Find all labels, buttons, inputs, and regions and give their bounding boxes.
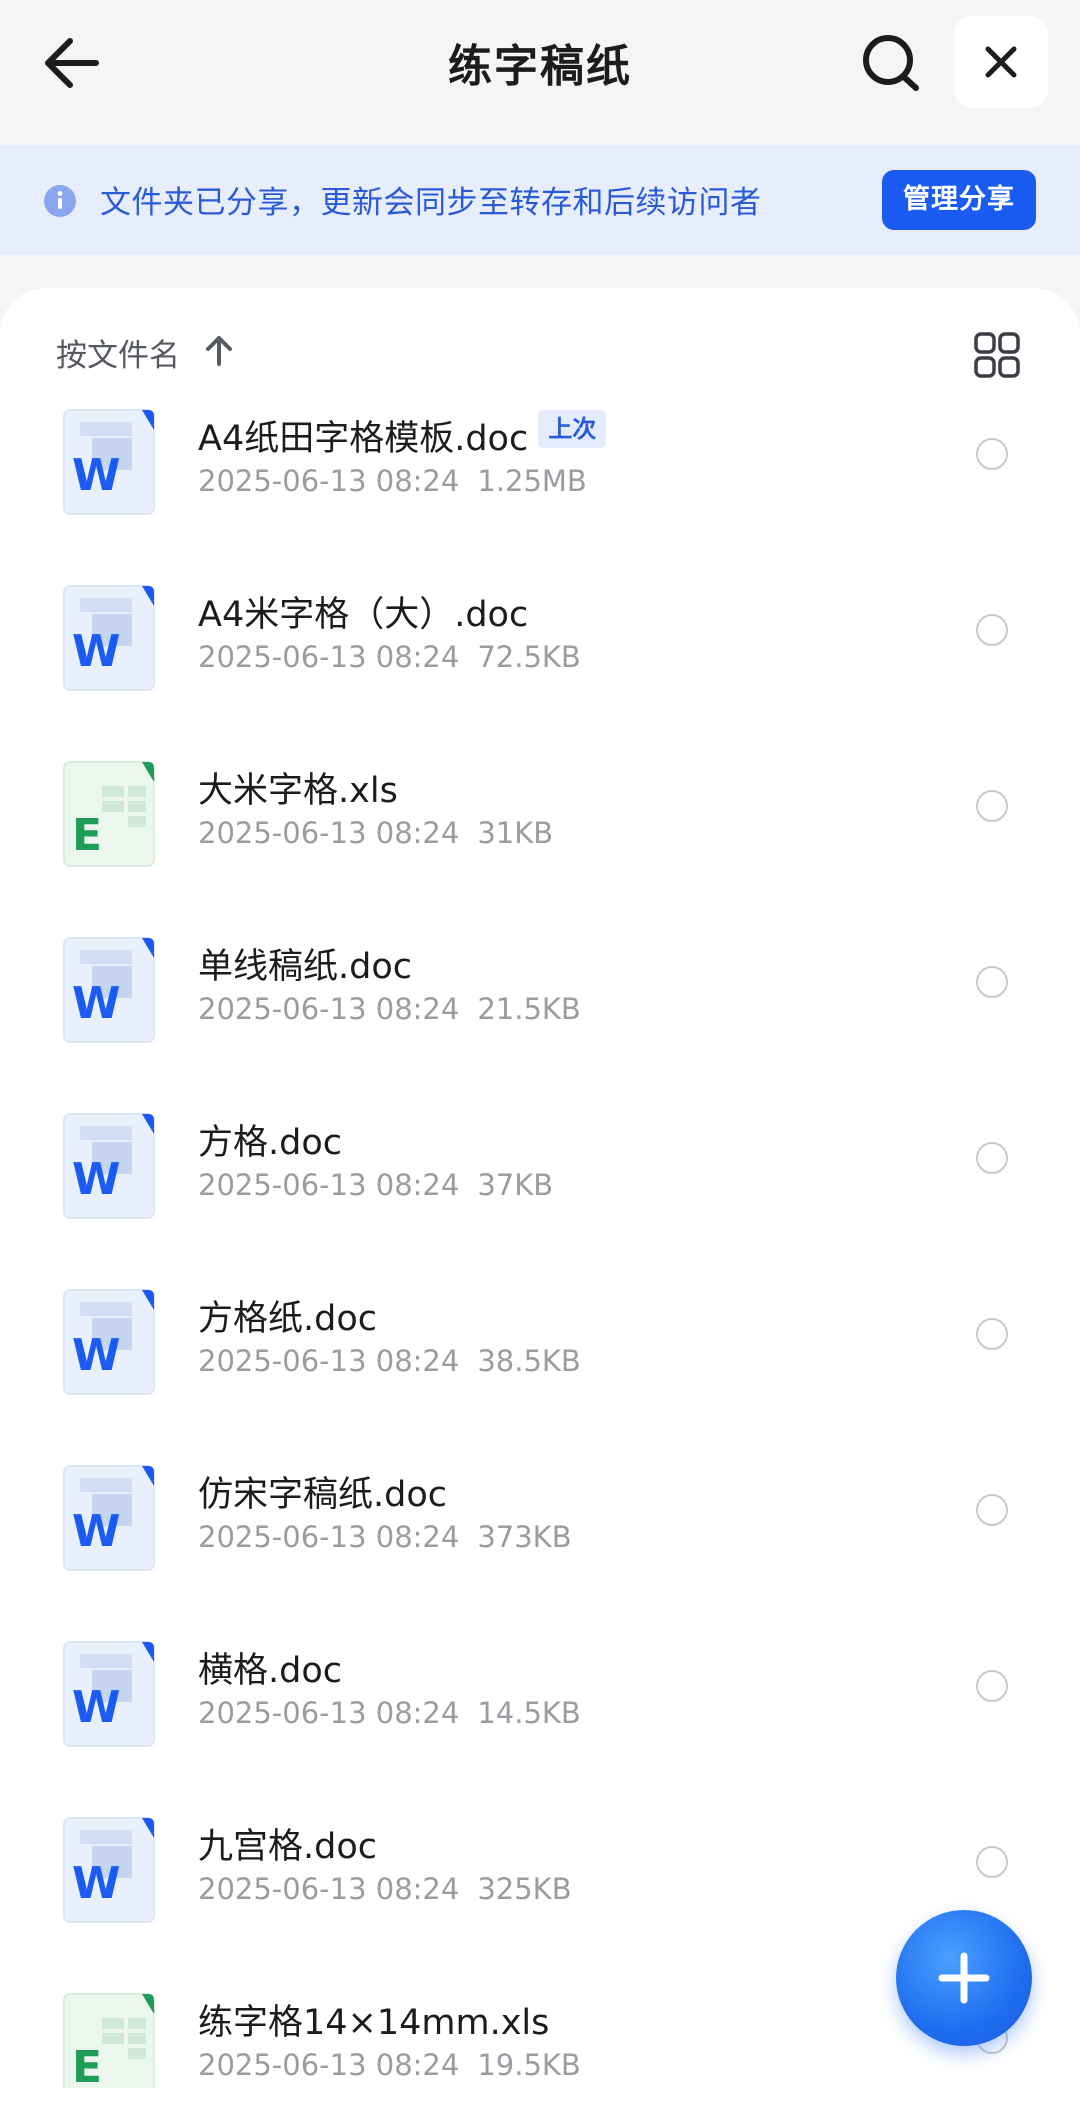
file-size: 21.5KB [477, 992, 581, 1026]
file-date: 2025-06-13 08:24 [198, 640, 460, 674]
file-date: 2025-06-13 08:24 [198, 1520, 460, 1554]
file-name: 九宫格.doc [198, 1827, 377, 1867]
arrow-left-icon [45, 38, 99, 88]
file-date: 2025-06-13 08:24 [198, 464, 460, 498]
info-icon [44, 185, 76, 217]
file-name: 练字格14×14mm.xls [198, 2003, 550, 2043]
close-icon [985, 46, 1017, 78]
share-notice-text: 文件夹已分享，更新会同步至转存和后续访问者 [100, 185, 762, 221]
select-radio[interactable] [976, 1846, 1008, 1878]
file-size: 1.25MB [477, 464, 587, 498]
file-date: 2025-06-13 08:24 [198, 816, 460, 850]
add-fab-button[interactable] [896, 1910, 1032, 2046]
select-radio[interactable] [976, 1142, 1008, 1174]
file-name: 方格.doc [198, 1123, 342, 1163]
excel-file-icon: E [63, 1993, 155, 2088]
top-bar: 练字稿纸 [0, 0, 1080, 145]
file-name: 横格.doc [198, 1651, 342, 1691]
select-radio[interactable] [976, 614, 1008, 646]
file-row[interactable]: W 方格.doc 2025-06-13 08:24 37KB [0, 1112, 1080, 1288]
file-name: 仿宋字稿纸.doc [198, 1475, 447, 1515]
file-date: 2025-06-13 08:24 [198, 992, 460, 1026]
file-list-card: 按文件名 W A4纸田字格模板.doc 上次 2025-06-13 08:24 1.… [0, 288, 1080, 2118]
svg-text:W: W [72, 450, 121, 501]
file-date: 2025-06-13 08:24 [198, 1344, 460, 1378]
svg-text:W: W [72, 1682, 121, 1733]
plus-icon [938, 1952, 990, 2004]
file-row[interactable]: W A4米字格（大）.doc 2025-06-13 08:24 72.5KB [0, 584, 1080, 760]
share-notice-banner: 文件夹已分享，更新会同步至转存和后续访问者 管理分享 [0, 145, 1080, 255]
file-list: W A4纸田字格模板.doc 上次 2025-06-13 08:24 1.25MB … [0, 408, 1080, 2088]
word-file-icon: W [63, 409, 155, 515]
last-opened-badge: 上次 [538, 410, 607, 448]
file-name: 单线稿纸.doc [198, 947, 412, 987]
file-row[interactable]: E 大米字格.xls 2025-06-13 08:24 31KB [0, 760, 1080, 936]
file-size: 38.5KB [477, 1344, 581, 1378]
file-name: A4纸田字格模板.doc [198, 419, 529, 459]
word-file-icon: W [63, 585, 155, 691]
svg-text:W: W [72, 978, 121, 1029]
file-row[interactable]: W 单线稿纸.doc 2025-06-13 08:24 21.5KB [0, 936, 1080, 1112]
file-date: 2025-06-13 08:24 [198, 1168, 460, 1202]
select-radio[interactable] [976, 1318, 1008, 1350]
word-file-icon: W [63, 1113, 155, 1219]
file-size: 19.5KB [477, 2048, 581, 2082]
word-file-icon: W [63, 1289, 155, 1395]
file-size: 373KB [477, 1520, 572, 1554]
file-size: 37KB [477, 1168, 554, 1202]
svg-text:W: W [72, 626, 121, 677]
file-size: 31KB [477, 816, 554, 850]
file-size: 14.5KB [477, 1696, 581, 1730]
select-radio[interactable] [976, 790, 1008, 822]
file-row[interactable]: W A4纸田字格模板.doc 上次 2025-06-13 08:24 1.25MB [0, 408, 1080, 584]
svg-text:W: W [72, 1330, 121, 1381]
file-date: 2025-06-13 08:24 [198, 1872, 460, 1906]
word-file-icon: W [63, 937, 155, 1043]
file-row[interactable]: W 仿宋字稿纸.doc 2025-06-13 08:24 373KB [0, 1464, 1080, 1640]
select-radio[interactable] [976, 966, 1008, 998]
file-size: 325KB [477, 1872, 572, 1906]
word-file-icon: W [63, 1465, 155, 1571]
svg-text:W: W [72, 1858, 121, 1909]
word-file-icon: W [63, 1817, 155, 1923]
file-row[interactable]: W 方格纸.doc 2025-06-13 08:24 38.5KB [0, 1288, 1080, 1464]
excel-file-icon: E [63, 761, 155, 867]
svg-text:E: E [72, 810, 102, 861]
svg-text:W: W [72, 1154, 121, 1205]
file-date: 2025-06-13 08:24 [198, 2048, 460, 2082]
select-radio[interactable] [976, 1494, 1008, 1526]
file-size: 72.5KB [477, 640, 581, 674]
select-radio[interactable] [976, 438, 1008, 470]
sort-bar: 按文件名 [0, 288, 1080, 398]
manage-share-button[interactable]: 管理分享 [882, 170, 1036, 230]
file-row[interactable]: W 横格.doc 2025-06-13 08:24 14.5KB [0, 1640, 1080, 1816]
svg-text:E: E [72, 2042, 102, 2088]
search-icon [863, 35, 919, 91]
arrow-up-icon[interactable] [204, 334, 234, 366]
file-name: 大米字格.xls [198, 771, 398, 811]
word-file-icon: W [63, 1641, 155, 1747]
sort-by-name-button[interactable]: 按文件名 [56, 330, 180, 375]
grid-view-icon[interactable] [974, 332, 1020, 378]
file-date: 2025-06-13 08:24 [198, 1696, 460, 1730]
file-name: 方格纸.doc [198, 1299, 377, 1339]
close-button[interactable] [954, 16, 1048, 108]
back-button[interactable] [40, 32, 108, 94]
svg-text:W: W [72, 1506, 121, 1557]
select-radio[interactable] [976, 1670, 1008, 1702]
file-name: A4米字格（大）.doc [198, 595, 529, 635]
search-button[interactable] [858, 30, 924, 96]
